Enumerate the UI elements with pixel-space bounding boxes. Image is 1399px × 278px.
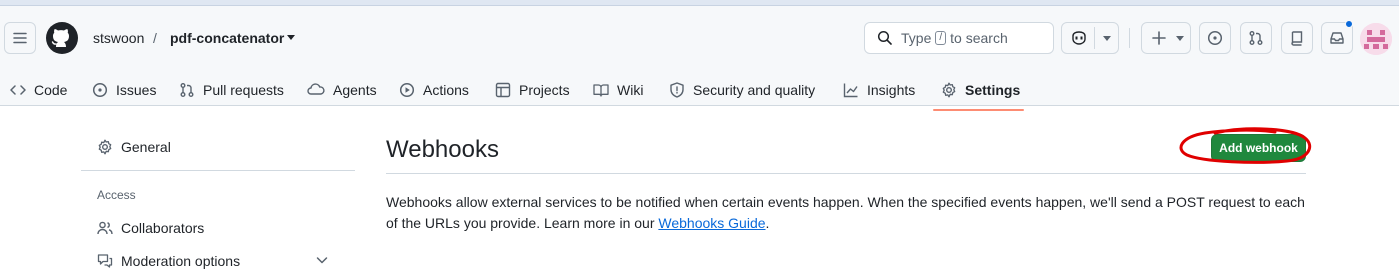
description-text: Webhooks allow external services to be n… xyxy=(386,194,1305,231)
tab-actions[interactable]: Actions xyxy=(399,68,469,112)
code-icon xyxy=(10,85,26,95)
description-end: . xyxy=(765,215,770,231)
search-icon xyxy=(877,30,892,45)
github-logo-icon[interactable] xyxy=(46,22,78,54)
chevron-down-icon[interactable] xyxy=(315,253,329,267)
active-tab-underline xyxy=(933,109,1024,111)
search-input[interactable]: Type / to search xyxy=(864,22,1054,54)
sidebar-divider xyxy=(81,170,355,171)
copilot-dropdown-icon[interactable] xyxy=(1103,36,1111,41)
search-shortcut-key: / xyxy=(935,31,947,45)
tab-agents-label: Agents xyxy=(333,82,377,98)
pull-request-icon xyxy=(180,83,194,97)
webhooks-guide-link[interactable]: Webhooks Guide xyxy=(658,215,765,231)
tab-pull-requests-label: Pull requests xyxy=(203,82,284,98)
repo-name-link[interactable]: pdf-concatenator xyxy=(170,30,284,46)
git-pull-request-icon xyxy=(1249,31,1263,45)
inbox-icon xyxy=(1330,32,1344,44)
title-divider xyxy=(386,173,1306,174)
header-divider xyxy=(1129,28,1130,48)
search-placeholder-prefix: Type xyxy=(901,30,932,46)
tab-insights-label: Insights xyxy=(867,82,916,98)
webhooks-description: Webhooks allow external services to be n… xyxy=(386,192,1306,234)
tab-code[interactable]: Code xyxy=(10,68,67,112)
issue-icon xyxy=(92,82,108,98)
issue-opened-icon xyxy=(1207,30,1223,46)
graph-icon xyxy=(843,83,858,98)
your-pull-requests-button[interactable] xyxy=(1240,22,1272,54)
sidebar-heading-access: Access xyxy=(97,188,136,202)
sidebar-item-general[interactable]: General xyxy=(81,131,355,163)
repo-nav-tabs: Code Issues Pull requests Agents Actions… xyxy=(0,68,1399,112)
people-icon xyxy=(97,221,113,235)
create-new-button[interactable] xyxy=(1141,22,1191,54)
hamburger-icon xyxy=(13,32,27,44)
sidebar-item-general-label: General xyxy=(121,139,171,155)
user-identicon-icon xyxy=(1360,23,1392,55)
copilot-button[interactable] xyxy=(1061,22,1119,54)
repo-owner-link[interactable]: stswoon xyxy=(93,30,144,46)
tab-actions-label: Actions xyxy=(423,82,469,98)
tab-projects[interactable]: Projects xyxy=(495,68,570,112)
repo-dropdown-icon[interactable] xyxy=(287,35,295,40)
your-issues-button[interactable] xyxy=(1199,22,1231,54)
sidebar-item-collaborators-label: Collaborators xyxy=(121,220,205,236)
tab-issues[interactable]: Issues xyxy=(92,68,156,112)
repositories-button[interactable] xyxy=(1281,22,1313,54)
sidebar-item-moderation-label: Moderation options xyxy=(121,253,241,269)
repo-header: stswoon / pdf-concatenator Type / to sea… xyxy=(0,6,1399,111)
tab-projects-label: Projects xyxy=(519,82,570,98)
tab-agents[interactable]: Agents xyxy=(307,68,377,112)
gear-icon xyxy=(942,82,956,98)
avatar[interactable] xyxy=(1360,23,1392,55)
tab-issues-label: Issues xyxy=(116,82,157,98)
tab-security[interactable]: Security and quality xyxy=(669,68,815,112)
add-webhook-button[interactable]: Add webhook xyxy=(1211,134,1306,162)
split-divider xyxy=(1094,27,1095,49)
search-placeholder-suffix: to search xyxy=(950,30,1008,46)
sidebar-item-collaborators[interactable]: Collaborators xyxy=(81,212,355,244)
tab-insights[interactable]: Insights xyxy=(843,68,915,112)
shield-icon xyxy=(670,82,684,98)
table-icon xyxy=(495,82,511,98)
tab-wiki-label: Wiki xyxy=(617,82,644,98)
page-title: Webhooks xyxy=(386,136,499,163)
path-separator: / xyxy=(153,30,157,46)
play-icon xyxy=(399,82,415,98)
sidebar-item-moderation-options[interactable]: Moderation options xyxy=(81,245,355,277)
gear-icon xyxy=(98,139,112,155)
copilot-icon xyxy=(1072,31,1086,45)
tab-settings-label: Settings xyxy=(965,82,1021,98)
agent-icon xyxy=(307,83,325,95)
book-icon xyxy=(593,84,609,97)
plus-icon xyxy=(1152,31,1166,45)
create-dropdown-icon[interactable] xyxy=(1176,36,1184,41)
tab-settings[interactable]: Settings xyxy=(941,68,1020,112)
repo-icon xyxy=(1291,31,1303,46)
tab-code-label: Code xyxy=(34,82,68,98)
tab-security-label: Security and quality xyxy=(693,82,816,98)
tab-pull-requests[interactable]: Pull requests xyxy=(179,68,284,112)
unread-indicator xyxy=(1345,20,1353,28)
comment-discussion-icon xyxy=(97,254,113,268)
tab-wiki[interactable]: Wiki xyxy=(593,68,643,112)
menu-button[interactable] xyxy=(4,22,36,54)
